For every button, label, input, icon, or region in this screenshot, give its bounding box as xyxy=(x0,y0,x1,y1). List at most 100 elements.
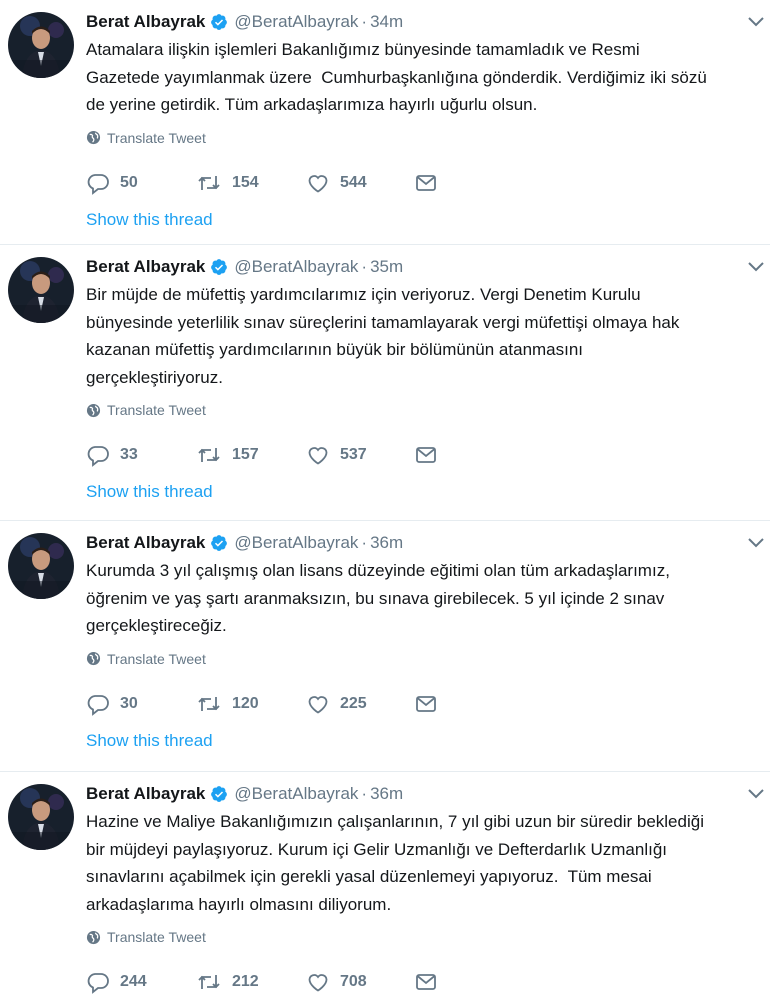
timestamp[interactable]: 36m xyxy=(370,533,403,553)
retweet-icon xyxy=(198,175,220,190)
author-name[interactable]: Berat Albayrak xyxy=(86,533,205,553)
retweet-icon xyxy=(198,448,220,462)
show-thread-link[interactable]: Show this thread xyxy=(86,210,213,230)
action-bar: 30 120 225 xyxy=(86,691,758,717)
like-count: 537 xyxy=(340,446,367,463)
chevron-down-icon[interactable] xyxy=(746,12,766,32)
like-button[interactable]: 225 xyxy=(306,692,414,716)
retweet-count: 212 xyxy=(232,973,259,990)
like-count: 225 xyxy=(340,694,367,712)
tweet[interactable]: Berat Albayrak @BeratAlbayrak · 36m Hazi… xyxy=(0,772,770,1005)
like-button[interactable]: 537 xyxy=(306,443,414,467)
envelope-icon xyxy=(416,174,436,191)
reply-count: 244 xyxy=(120,973,147,990)
reply-count: 30 xyxy=(120,694,138,712)
tweet-header: Berat Albayrak @BeratAlbayrak · 36m xyxy=(86,532,758,554)
direct-message-button[interactable] xyxy=(414,171,444,195)
retweet-count: 154 xyxy=(232,173,259,191)
reply-button[interactable]: 33 xyxy=(86,443,196,467)
tweet[interactable]: Berat Albayrak @BeratAlbayrak · 34m Atam… xyxy=(0,0,770,245)
direct-message-button[interactable] xyxy=(414,970,444,994)
globe-icon xyxy=(86,130,101,145)
heart-icon xyxy=(308,447,328,465)
tweet-header: Berat Albayrak @BeratAlbayrak · 35m xyxy=(86,256,758,278)
reply-icon xyxy=(87,173,109,195)
tweet-header: Berat Albayrak @BeratAlbayrak · 36m xyxy=(86,783,758,805)
reply-icon xyxy=(87,446,109,467)
retweet-button[interactable]: 212 xyxy=(196,970,306,994)
avatar[interactable] xyxy=(8,12,74,78)
like-count: 708 xyxy=(340,973,367,990)
separator-dot: · xyxy=(361,257,368,276)
heart-icon xyxy=(308,974,328,992)
show-thread-link[interactable]: Show this thread xyxy=(86,731,213,751)
action-bar: 33 157 537 xyxy=(86,442,758,468)
tweet-header: Berat Albayrak @BeratAlbayrak · 34m xyxy=(86,11,758,33)
retweet-button[interactable]: 157 xyxy=(196,443,306,467)
translate-tweet-link[interactable]: Translate Tweet xyxy=(86,128,758,148)
reply-button[interactable]: 30 xyxy=(86,692,196,716)
author-handle[interactable]: @BeratAlbayrak xyxy=(234,12,358,32)
like-button[interactable]: 708 xyxy=(306,970,414,994)
timestamp[interactable]: 36m xyxy=(370,784,403,804)
retweet-count: 157 xyxy=(232,446,259,463)
translate-tweet-link[interactable]: Translate Tweet xyxy=(86,927,758,947)
separator-dot: · xyxy=(361,12,368,31)
like-count: 544 xyxy=(340,173,367,191)
author-handle[interactable]: @BeratAlbayrak xyxy=(234,257,358,277)
envelope-icon xyxy=(416,447,436,463)
translate-tweet-link[interactable]: Translate Tweet xyxy=(86,400,758,420)
translate-label: Translate Tweet xyxy=(107,650,206,667)
tweet-text: Bir müjde de müfettiş yardımcılarımız iç… xyxy=(86,285,680,387)
separator-dot: · xyxy=(361,533,368,552)
retweet-button[interactable]: 120 xyxy=(196,692,306,716)
tweet-text: Atamalara ilişkin işlemleri Bakanlığımız… xyxy=(86,40,707,114)
heart-icon xyxy=(308,695,328,714)
reply-count: 50 xyxy=(120,173,138,191)
retweet-icon xyxy=(198,975,220,989)
translate-label: Translate Tweet xyxy=(107,929,206,945)
globe-icon xyxy=(86,403,101,417)
verified-badge-icon xyxy=(210,785,228,803)
envelope-icon xyxy=(416,974,436,990)
avatar[interactable] xyxy=(8,533,74,599)
heart-icon xyxy=(308,174,328,193)
globe-icon xyxy=(86,930,101,944)
tweet-text: Hazine ve Maliye Bakanlığımızın çalışanl… xyxy=(86,812,704,914)
chevron-down-icon[interactable] xyxy=(746,533,766,553)
translate-label: Translate Tweet xyxy=(107,129,206,146)
author-name[interactable]: Berat Albayrak xyxy=(86,12,205,32)
globe-icon xyxy=(86,651,101,666)
action-bar: 244 212 708 xyxy=(86,969,758,995)
reply-count: 33 xyxy=(120,446,138,463)
author-name[interactable]: Berat Albayrak xyxy=(86,257,205,277)
tweet-feed: Berat Albayrak @BeratAlbayrak · 34m Atam… xyxy=(0,0,770,1005)
author-handle[interactable]: @BeratAlbayrak xyxy=(234,533,358,553)
retweet-button[interactable]: 154 xyxy=(196,171,306,195)
translate-label: Translate Tweet xyxy=(107,402,206,418)
reply-button[interactable]: 50 xyxy=(86,171,196,195)
chevron-down-icon[interactable] xyxy=(746,257,766,277)
separator-dot: · xyxy=(361,784,368,803)
direct-message-button[interactable] xyxy=(414,692,444,716)
translate-tweet-link[interactable]: Translate Tweet xyxy=(86,649,758,669)
timestamp[interactable]: 34m xyxy=(370,12,403,32)
avatar[interactable] xyxy=(8,784,74,850)
verified-badge-icon xyxy=(210,13,228,31)
verified-badge-icon xyxy=(210,534,228,552)
show-thread-link[interactable]: Show this thread xyxy=(86,482,213,502)
author-handle[interactable]: @BeratAlbayrak xyxy=(234,784,358,804)
tweet[interactable]: Berat Albayrak @BeratAlbayrak · 35m Bir … xyxy=(0,245,770,521)
reply-button[interactable]: 244 xyxy=(86,970,196,994)
verified-badge-icon xyxy=(210,258,228,276)
author-name[interactable]: Berat Albayrak xyxy=(86,784,205,804)
avatar[interactable] xyxy=(8,257,74,323)
tweet-text: Kurumda 3 yıl çalışmış olan lisans düzey… xyxy=(86,561,670,635)
direct-message-button[interactable] xyxy=(414,443,444,467)
timestamp[interactable]: 35m xyxy=(370,257,403,277)
tweet[interactable]: Berat Albayrak @BeratAlbayrak · 36m Kuru… xyxy=(0,521,770,772)
chevron-down-icon[interactable] xyxy=(746,784,766,804)
reply-icon xyxy=(87,694,109,716)
like-button[interactable]: 544 xyxy=(306,171,414,195)
retweet-count: 120 xyxy=(232,694,259,712)
